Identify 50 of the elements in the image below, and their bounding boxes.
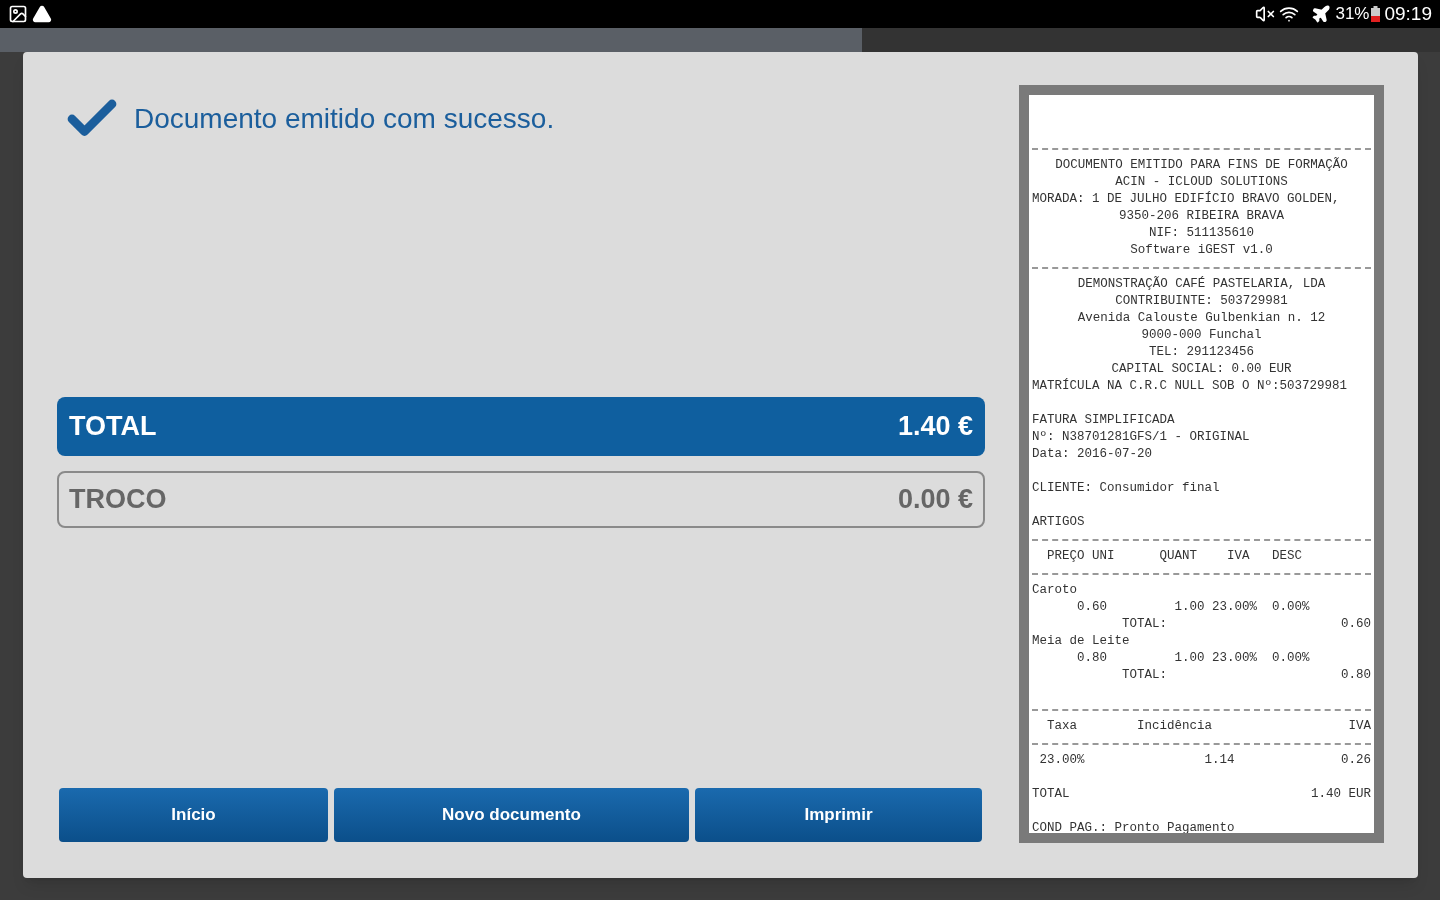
- receipt-value: 0.26: [1341, 752, 1371, 769]
- change-amount: 0.00 €: [897, 483, 973, 517]
- receipt-line: DOCUMENTO EMITIDO PARA FINS DE FORMAÇÃO: [1055, 157, 1348, 174]
- receipt-line: TOTAL: [1032, 786, 1070, 803]
- receipt-line: 0.80 1.00 23.00% 0.00%: [1076, 650, 1310, 667]
- receipt-line: MORADA: 1 DE JULHO EDIFÍCIO BRAVO GOLDEN,: [1032, 191, 1340, 208]
- action-button[interactable]: Início: [59, 788, 328, 842]
- receipt-line: PREÇO UNI QUANT IVA DESC: [1046, 548, 1303, 565]
- success-message: Documento emitido com sucesso.: [134, 102, 555, 136]
- change-label: TROCO: [69, 483, 167, 517]
- mute-icon: [1255, 4, 1276, 24]
- warning-icon: [32, 4, 52, 24]
- action-button[interactable]: Novo documento: [334, 788, 689, 842]
- clock: 09:19: [1384, 1, 1432, 26]
- receipt-line: Avenida Calouste Gulbenkian n. 12: [1077, 310, 1326, 327]
- total-amount: 1.40 €: [897, 410, 973, 444]
- action-button[interactable]: Imprimir: [695, 788, 982, 842]
- receipt-line: TOTAL:: [1121, 667, 1168, 684]
- receipt-line: CONTRIBUINTE: 503729981: [1115, 293, 1288, 310]
- receipt-line: FATURA SIMPLIFICADA: [1032, 412, 1175, 429]
- receipt-line: 9000-000 Funchal: [1141, 327, 1262, 344]
- receipt-line: CLIENTE: Consumidor final: [1032, 480, 1220, 497]
- receipt-line: Caroto: [1032, 582, 1077, 599]
- receipt-line: NIF: 511135610: [1149, 225, 1254, 242]
- receipt-line: CAPITAL SOCIAL: 0.00 EUR: [1111, 361, 1292, 378]
- battery-icon: [1371, 6, 1381, 22]
- wifi-icon: [1279, 4, 1300, 24]
- receipt-value: 0.80: [1341, 667, 1371, 684]
- receipt-line: 0.60 1.00 23.00% 0.00%: [1076, 599, 1310, 616]
- receipt-line: 9350-206 RIBEIRA BRAVA: [1119, 208, 1284, 225]
- receipt-line: Nº: N38701281GFS/1 - ORIGINAL: [1032, 429, 1250, 446]
- image-icon: [8, 4, 28, 24]
- receipt-value: IVA: [1348, 718, 1371, 735]
- receipt-line: 23.00% 1.14: [1038, 752, 1235, 769]
- battery-percent: 31%: [1335, 3, 1370, 26]
- receipt-line: COND PAG.: Pronto Pagamento: [1032, 820, 1235, 833]
- receipt-line: MATRÍCULA NA C.R.C NULL SOB O Nº:503729981: [1032, 378, 1348, 395]
- receipt-line: TOTAL:: [1121, 616, 1168, 633]
- receipt-value: 1.40 EUR: [1311, 786, 1371, 803]
- receipt-value: 0.60: [1341, 616, 1371, 633]
- receipt-line: DEMONSTRAÇÃO CAFÉ PASTELARIA, LDA: [1077, 276, 1326, 293]
- receipt-line: Meia de Leite: [1032, 633, 1130, 650]
- receipt-line: Taxa Incidência: [1046, 718, 1213, 735]
- total-label: TOTAL: [69, 410, 157, 444]
- receipt-line: ARTIGOS: [1032, 514, 1085, 531]
- receipt-line: ACIN - ICLOUD SOLUTIONS: [1115, 174, 1288, 191]
- airplane-icon: [1311, 4, 1332, 24]
- receipt-line: Data: 2016-07-20: [1032, 446, 1153, 463]
- receipt-line: TEL: 291123456: [1149, 344, 1254, 361]
- receipt-line: Software iGEST v1.0: [1130, 242, 1273, 259]
